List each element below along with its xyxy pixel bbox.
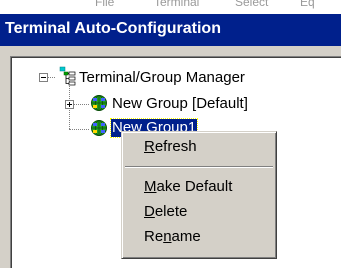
tree-line bbox=[47, 77, 55, 78]
menu-item-make-default[interactable]: Make Default bbox=[144, 178, 232, 196]
background-menu-terminal: Terminal bbox=[154, 0, 200, 9]
window-titlebar[interactable]: Terminal Auto-Configuration bbox=[0, 14, 341, 46]
background-menu-select: Select bbox=[235, 0, 269, 9]
background-menu-strip: File Terminal Select Eq bbox=[0, 0, 341, 14]
background-menu-eq: Eq bbox=[300, 0, 315, 9]
network-tree-icon bbox=[59, 66, 77, 91]
window-title: Terminal Auto-Configuration bbox=[5, 20, 221, 37]
group-globe-icon bbox=[90, 119, 108, 142]
tree-item-group-default[interactable]: New Group [Default] bbox=[112, 95, 248, 113]
tree-item-root[interactable]: Terminal/Group Manager bbox=[79, 69, 245, 87]
menu-item-delete[interactable]: Delete bbox=[144, 203, 187, 221]
menu-item-refresh[interactable]: Refresh bbox=[144, 138, 197, 156]
collapse-toggle-root[interactable] bbox=[39, 73, 48, 82]
background-menu-file: File bbox=[95, 0, 115, 9]
expand-toggle-group-default[interactable] bbox=[65, 100, 74, 109]
tree-line bbox=[69, 129, 89, 130]
group-globe-icon bbox=[90, 94, 108, 117]
menu-separator bbox=[125, 166, 273, 168]
menu-item-rename[interactable]: Rename bbox=[144, 228, 201, 246]
context-menu: Refresh Make Default Delete Rename bbox=[121, 131, 277, 259]
